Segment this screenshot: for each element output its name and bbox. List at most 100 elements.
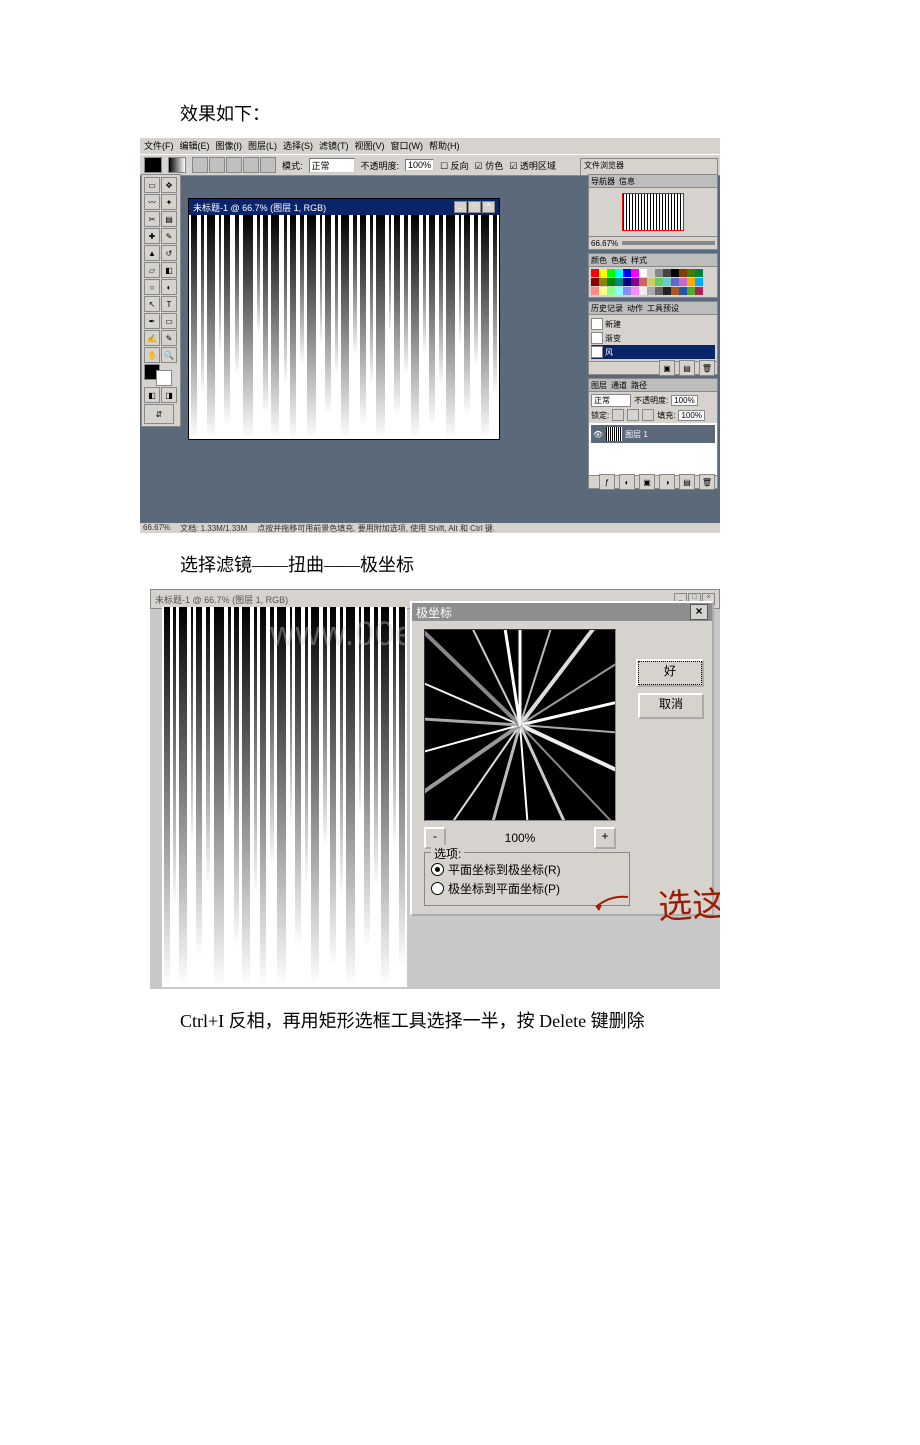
behind-doc-title: 未标题-1 @ 66.7% (图层 1, RGB) bbox=[155, 593, 288, 606]
minimize-button[interactable]: _ bbox=[454, 201, 467, 213]
stamp-tool-icon[interactable]: ▲ bbox=[144, 245, 160, 261]
angle-gradient-icon[interactable] bbox=[226, 157, 242, 173]
zoom-tool-icon[interactable]: 🔍 bbox=[161, 347, 177, 363]
trash-icon[interactable]: 🗑 bbox=[699, 360, 715, 376]
history-brush-icon[interactable]: ↺ bbox=[161, 245, 177, 261]
quickmask-icon[interactable]: ◨ bbox=[161, 387, 177, 403]
history-item-new[interactable]: 新建 bbox=[591, 317, 715, 331]
menu-view[interactable]: 视图(V) bbox=[355, 139, 385, 153]
color-tab[interactable]: 颜色 bbox=[591, 255, 607, 266]
opacity-input[interactable]: 100% bbox=[405, 159, 434, 171]
history-item-gradient[interactable]: 渐变 bbox=[591, 331, 715, 345]
paths-tab[interactable]: 路径 bbox=[631, 380, 647, 391]
polar-coordinates-dialog: 极坐标 × 好 取消 bbox=[410, 601, 714, 916]
menu-file[interactable]: 文件(F) bbox=[144, 139, 174, 153]
color-swatches-icon[interactable] bbox=[144, 364, 172, 386]
shape-tool-icon[interactable]: ▭ bbox=[161, 313, 177, 329]
layer-mask-icon[interactable]: ◐ bbox=[619, 474, 635, 490]
history-tab[interactable]: 历史记录 bbox=[591, 303, 623, 314]
path-tool-icon[interactable]: ↖ bbox=[144, 296, 160, 312]
layers-tab[interactable]: 图层 bbox=[591, 380, 607, 391]
actions-tab[interactable]: 动作 bbox=[627, 303, 643, 314]
navigator-panel: 导航器 信息 66.67% bbox=[588, 174, 718, 250]
behind-canvas bbox=[162, 607, 407, 987]
reflected-gradient-icon[interactable] bbox=[243, 157, 259, 173]
layer-opacity-input[interactable]: 100% bbox=[671, 395, 697, 406]
zoom-in-button[interactable]: + bbox=[594, 827, 616, 849]
menu-layer[interactable]: 图层(L) bbox=[248, 139, 277, 153]
swatches-grid[interactable] bbox=[589, 267, 717, 297]
gradient-tool-icon[interactable]: ◧ bbox=[161, 262, 177, 278]
info-tab[interactable]: 信息 bbox=[619, 176, 635, 187]
layers-panel: 图层 通道 路径 正常 不透明度: 100% 锁定: bbox=[588, 378, 718, 489]
layer-item[interactable]: 👁 图层 1 bbox=[591, 425, 715, 443]
navigator-zoom[interactable]: 66.67% bbox=[591, 239, 618, 248]
tool-presets-tab[interactable]: 工具预设 bbox=[647, 303, 679, 314]
lasso-tool-icon[interactable]: 〰 bbox=[144, 194, 160, 210]
wand-tool-icon[interactable]: ✦ bbox=[161, 194, 177, 210]
zoom-value: 100% bbox=[505, 831, 536, 845]
menu-filter[interactable]: 滤镜(T) bbox=[319, 139, 349, 153]
filter-preview[interactable] bbox=[424, 629, 616, 821]
slice-tool-icon[interactable]: ▤ bbox=[161, 211, 177, 227]
navigator-thumbnail[interactable] bbox=[622, 193, 684, 231]
gradient-preview[interactable] bbox=[168, 157, 186, 173]
status-zoom[interactable]: 66.67% bbox=[143, 523, 170, 533]
navigator-tab[interactable]: 导航器 bbox=[591, 176, 615, 187]
menu-select[interactable]: 选择(S) bbox=[283, 139, 313, 153]
fill-input[interactable]: 100% bbox=[678, 410, 704, 421]
notes-tool-icon[interactable]: ✍ bbox=[144, 330, 160, 346]
radio-rect-to-polar[interactable]: 平面坐标到极坐标(R) bbox=[431, 861, 623, 878]
new-doc-from-state-icon[interactable]: ▤ bbox=[679, 360, 695, 376]
dialog-close-button[interactable]: × bbox=[690, 604, 708, 620]
new-layer-icon[interactable]: ▤ bbox=[679, 474, 695, 490]
new-snapshot-icon[interactable]: ▣ bbox=[659, 360, 675, 376]
move-tool-icon[interactable]: ✥ bbox=[161, 177, 177, 193]
dither-checkbox[interactable]: ☑ 仿色 bbox=[475, 159, 504, 172]
menu-image[interactable]: 图像(I) bbox=[216, 139, 243, 153]
zoom-slider[interactable] bbox=[622, 241, 715, 245]
dodge-tool-icon[interactable]: ◐ bbox=[161, 279, 177, 295]
transparency-checkbox[interactable]: ☑ 透明区域 bbox=[509, 159, 556, 172]
cancel-button[interactable]: 取消 bbox=[638, 693, 704, 719]
tool-preset-icon[interactable] bbox=[144, 157, 162, 173]
visibility-eye-icon[interactable]: 👁 bbox=[593, 430, 603, 439]
menu-window[interactable]: 窗口(W) bbox=[391, 139, 424, 153]
crop-tool-icon[interactable]: ✂ bbox=[144, 211, 160, 227]
lock-position-icon[interactable] bbox=[627, 409, 639, 421]
reverse-checkbox[interactable]: ☐ 反向 bbox=[440, 159, 469, 172]
radio-polar-to-rect[interactable]: 极坐标到平面坐标(P) bbox=[431, 880, 623, 897]
mode-label: 模式: bbox=[282, 159, 303, 172]
menu-edit[interactable]: 编辑(E) bbox=[180, 139, 210, 153]
marquee-tool-icon[interactable]: ▭ bbox=[144, 177, 160, 193]
jump-imageready-icon[interactable]: ⇵ bbox=[144, 404, 174, 424]
eyedropper-tool-icon[interactable]: ✎ bbox=[161, 330, 177, 346]
diamond-gradient-icon[interactable] bbox=[260, 157, 276, 173]
styles-tab[interactable]: 样式 bbox=[631, 255, 647, 266]
mode-select[interactable]: 正常 bbox=[309, 158, 355, 173]
close-button[interactable]: × bbox=[482, 201, 495, 213]
delete-layer-icon[interactable]: 🗑 bbox=[699, 474, 715, 490]
blend-mode-select[interactable]: 正常 bbox=[591, 394, 631, 407]
channels-tab[interactable]: 通道 bbox=[611, 380, 627, 391]
screen-mode-icon[interactable]: ◧ bbox=[144, 387, 160, 403]
blur-tool-icon[interactable]: ○ bbox=[144, 279, 160, 295]
swatches-tab[interactable]: 色板 bbox=[611, 255, 627, 266]
adjustment-layer-icon[interactable]: ◑ bbox=[659, 474, 675, 490]
heal-tool-icon[interactable]: ✚ bbox=[144, 228, 160, 244]
lock-pixels-icon[interactable] bbox=[612, 409, 624, 421]
brush-tool-icon[interactable]: ✎ bbox=[161, 228, 177, 244]
layer-style-icon[interactable]: ƒ bbox=[599, 474, 615, 490]
linear-gradient-icon[interactable] bbox=[192, 157, 208, 173]
hand-tool-icon[interactable]: ✋ bbox=[144, 347, 160, 363]
type-tool-icon[interactable]: T bbox=[161, 296, 177, 312]
menu-help[interactable]: 帮助(H) bbox=[429, 139, 460, 153]
new-set-icon[interactable]: ▣ bbox=[639, 474, 655, 490]
ok-button[interactable]: 好 bbox=[638, 661, 702, 685]
radial-gradient-icon[interactable] bbox=[209, 157, 225, 173]
maximize-button[interactable]: □ bbox=[468, 201, 481, 213]
eraser-tool-icon[interactable]: ▱ bbox=[144, 262, 160, 278]
lock-all-icon[interactable] bbox=[642, 409, 654, 421]
pen-tool-icon[interactable]: ✒ bbox=[144, 313, 160, 329]
history-item-wind[interactable]: 风 bbox=[591, 345, 715, 359]
